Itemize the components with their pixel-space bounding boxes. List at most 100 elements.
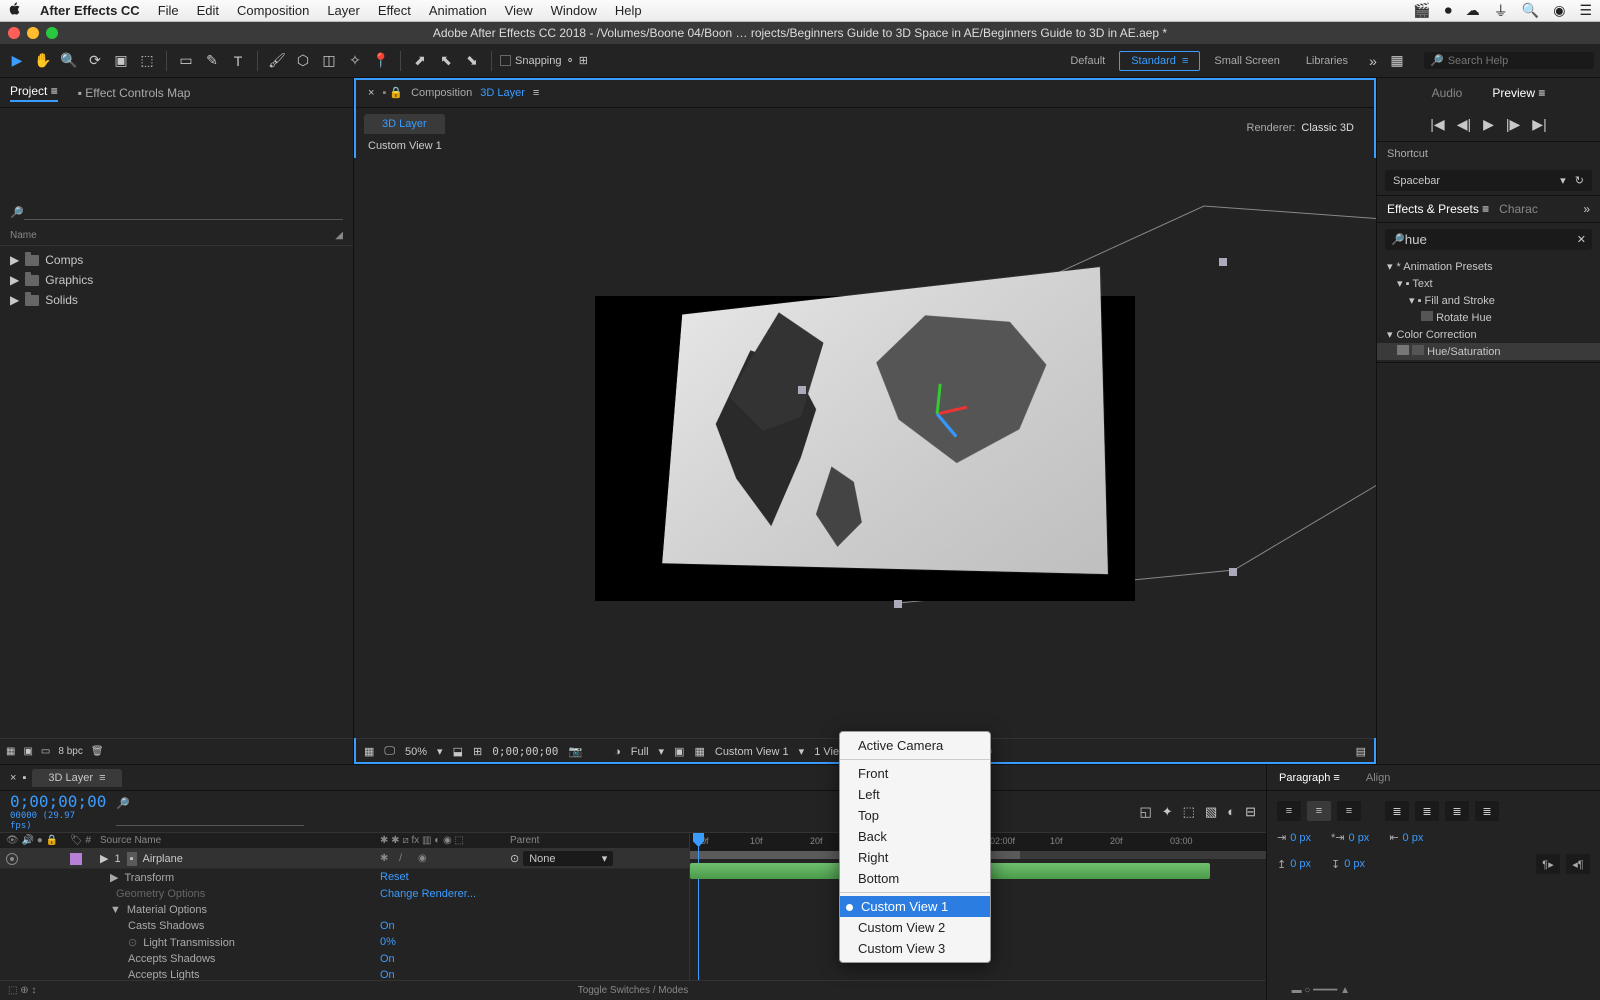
- app-name[interactable]: After Effects CC: [40, 3, 140, 18]
- presets-folder[interactable]: ▾* Animation Presets: [1377, 258, 1600, 275]
- menubar-record-icon[interactable]: ⏺: [1445, 2, 1452, 19]
- dd-bottom[interactable]: Bottom: [840, 868, 990, 889]
- viewport[interactable]: [354, 158, 1376, 738]
- workspace-panel-icon[interactable]: ▦: [1386, 50, 1408, 72]
- indent-first[interactable]: *⇥ 0 px: [1331, 831, 1369, 844]
- transparency-icon[interactable]: ▦: [694, 745, 704, 758]
- menubar-cc-icon[interactable]: ☁︎: [1466, 2, 1480, 19]
- frame-blend-icon[interactable]: ▧: [1205, 804, 1217, 820]
- current-timecode[interactable]: 0;00;00;00: [10, 792, 100, 811]
- axis-local-icon[interactable]: ⬈: [409, 50, 431, 72]
- timeline-search-input[interactable]: [116, 810, 304, 826]
- graph-editor-icon[interactable]: ⊟: [1245, 804, 1256, 820]
- folder-comps[interactable]: ▶Comps: [0, 250, 353, 270]
- align-right-icon[interactable]: ≡: [1337, 801, 1361, 821]
- prop-accepts-lights[interactable]: Accepts LightsOn: [0, 967, 689, 980]
- dd-right[interactable]: Right: [840, 847, 990, 868]
- menu-view[interactable]: View: [505, 3, 533, 18]
- timeline-tab[interactable]: 3D Layer ≡: [32, 769, 121, 787]
- first-frame-icon[interactable]: |◀: [1430, 116, 1444, 133]
- camera-tool-icon[interactable]: ▣: [110, 50, 132, 72]
- align-left-icon[interactable]: ≡: [1277, 801, 1301, 821]
- justify-all-icon[interactable]: ≣: [1475, 801, 1499, 821]
- selection-tool-icon[interactable]: ▶: [6, 50, 28, 72]
- pen-tool-icon[interactable]: ✎: [201, 50, 223, 72]
- menubar-wifi-icon[interactable]: ⏚: [1494, 1, 1508, 21]
- axis-view-icon[interactable]: ⬊: [461, 50, 483, 72]
- text-dir-rtl-icon[interactable]: ◂¶: [1566, 854, 1590, 874]
- maximize-button[interactable]: [46, 27, 58, 39]
- prop-geometry[interactable]: Geometry OptionsChange Renderer...: [0, 886, 689, 902]
- character-tab[interactable]: Charac: [1499, 202, 1538, 216]
- snapshot-icon[interactable]: 📷: [568, 745, 582, 758]
- dd-front[interactable]: Front: [840, 763, 990, 784]
- next-frame-icon[interactable]: |▶: [1506, 116, 1520, 133]
- panel-overflow-icon[interactable]: »: [1583, 202, 1590, 216]
- 3d-axis-gizmo[interactable]: [937, 412, 939, 414]
- roi-icon[interactable]: ▣: [674, 745, 684, 758]
- rotate-hue-preset[interactable]: Rotate Hue: [1377, 309, 1600, 326]
- dd-back[interactable]: Back: [840, 826, 990, 847]
- menu-animation[interactable]: Animation: [429, 3, 487, 18]
- motion-blur-icon[interactable]: ◐: [1227, 804, 1235, 820]
- effects-search-input[interactable]: [1405, 232, 1577, 247]
- transform-handle[interactable]: [798, 386, 806, 394]
- name-column[interactable]: Name: [10, 230, 37, 241]
- resolution[interactable]: Full: [631, 746, 649, 758]
- menu-edit[interactable]: Edit: [197, 3, 219, 18]
- prop-casts-shadows[interactable]: Casts ShadowsOn: [0, 918, 689, 934]
- zoom-level[interactable]: 50%: [405, 746, 427, 758]
- alpha-icon[interactable]: ▦: [364, 745, 374, 758]
- prop-light-transmission[interactable]: ⊙Light Transmission0%: [0, 934, 689, 951]
- menu-window[interactable]: Window: [551, 3, 597, 18]
- menu-layer[interactable]: Layer: [327, 3, 360, 18]
- rect-tool-icon[interactable]: ▭: [175, 50, 197, 72]
- comp-mini-flowchart-icon[interactable]: ◱: [1139, 804, 1151, 820]
- help-search-input[interactable]: [1448, 55, 1588, 67]
- toggle-switches[interactable]: Toggle Switches / Modes: [578, 985, 689, 996]
- comp-flowchart-icon[interactable]: ▤: [1356, 745, 1366, 758]
- preview-tab[interactable]: Preview ≡: [1492, 86, 1545, 100]
- pan-behind-tool-icon[interactable]: ⬚: [136, 50, 158, 72]
- label-column-icon[interactable]: ◢: [335, 230, 343, 241]
- dd-custom-view-2[interactable]: Custom View 2: [840, 917, 990, 938]
- tl-footer-icons[interactable]: ⬚ ⊕ ↕: [8, 985, 36, 996]
- play-icon[interactable]: ▶: [1483, 116, 1494, 133]
- apple-icon[interactable]: [8, 2, 22, 19]
- shortcut-select[interactable]: Spacebar▾ ↻: [1385, 170, 1592, 191]
- transform-handle[interactable]: [894, 600, 902, 608]
- transform-handle[interactable]: [1229, 568, 1237, 576]
- renderer-value[interactable]: Classic 3D: [1301, 122, 1354, 134]
- puppet-tool-icon[interactable]: 📍: [370, 50, 392, 72]
- space-after[interactable]: ↧ 0 px: [1331, 854, 1365, 874]
- audio-tab[interactable]: Audio: [1432, 86, 1463, 100]
- justify-last-center-icon[interactable]: ≣: [1415, 801, 1439, 821]
- hand-tool-icon[interactable]: ✋: [32, 50, 54, 72]
- workspace-default[interactable]: Default: [1058, 51, 1117, 71]
- trash-icon[interactable]: 🗑: [91, 746, 104, 757]
- help-search[interactable]: 🔎: [1424, 52, 1594, 69]
- dd-custom-view-3[interactable]: Custom View 3: [840, 938, 990, 959]
- bpc-label[interactable]: 8 bpc: [58, 746, 82, 757]
- indent-left[interactable]: ⇥ 0 px: [1277, 831, 1311, 844]
- panel-menu-icon[interactable]: ≡: [533, 87, 539, 99]
- snap-opt2-icon[interactable]: ⊞: [579, 54, 588, 67]
- paragraph-tab[interactable]: Paragraph ≡: [1279, 772, 1340, 784]
- text-folder[interactable]: ▾ ▪ Text: [1377, 275, 1600, 292]
- clone-tool-icon[interactable]: ⬡: [292, 50, 314, 72]
- close-button[interactable]: [8, 27, 20, 39]
- grid-icon[interactable]: ⊞: [473, 745, 482, 758]
- eraser-tool-icon[interactable]: ◫: [318, 50, 340, 72]
- draft3d-icon[interactable]: ✦: [1162, 804, 1173, 820]
- transform-handle[interactable]: [1219, 258, 1227, 266]
- source-name-col[interactable]: Source Name: [100, 835, 380, 846]
- project-search-input[interactable]: [24, 205, 343, 220]
- axis-world-icon[interactable]: ⬉: [435, 50, 457, 72]
- effects-presets-tab[interactable]: Effects & Presets ≡: [1387, 202, 1489, 216]
- label-color[interactable]: [70, 853, 82, 865]
- res-down-icon[interactable]: ⬓: [453, 745, 463, 758]
- map-3d-layer[interactable]: [662, 267, 1108, 574]
- orbit-tool-icon[interactable]: ⟳: [84, 50, 106, 72]
- prop-accepts-shadows[interactable]: Accepts ShadowsOn: [0, 951, 689, 967]
- effect-controls-tab[interactable]: ▪ Effect Controls Map: [78, 86, 191, 100]
